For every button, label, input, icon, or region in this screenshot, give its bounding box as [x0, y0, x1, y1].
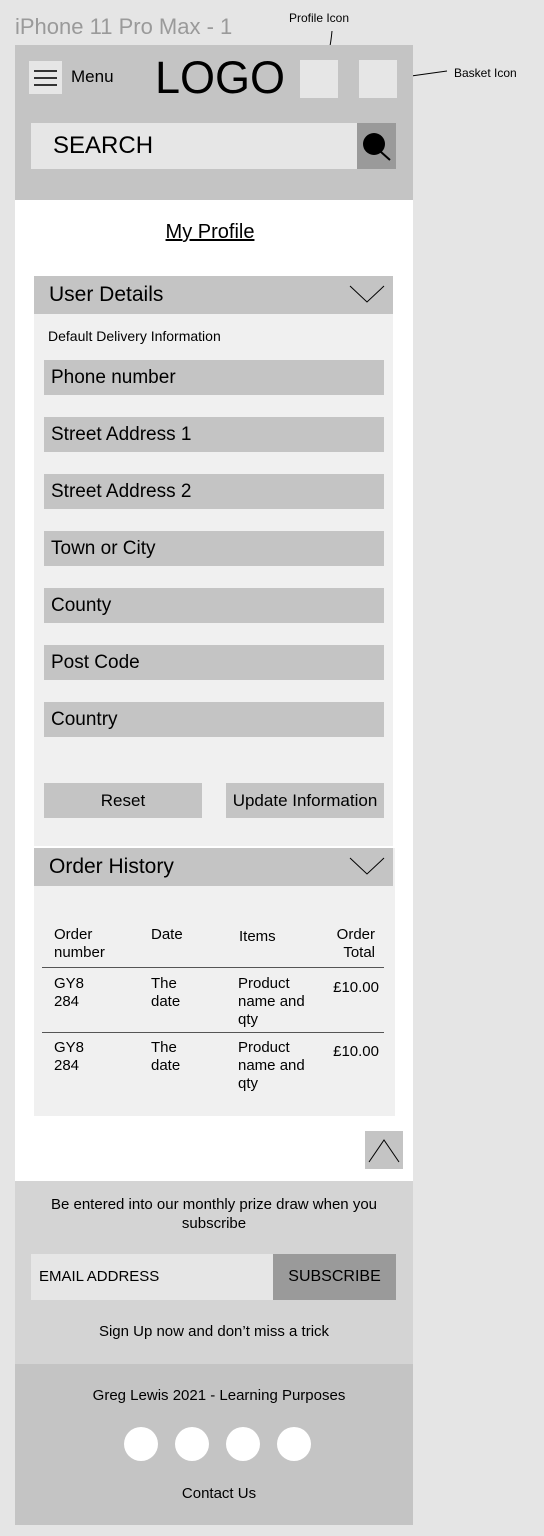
chevron-down-icon[interactable]	[349, 284, 385, 304]
post-code-field[interactable]: Post Code	[44, 645, 384, 680]
order-number-cell: GY8 284	[54, 975, 85, 1010]
user-details-header[interactable]: User Details	[34, 276, 393, 314]
items-cell: Product name and qty	[238, 975, 305, 1028]
search-icon	[363, 133, 391, 161]
table-divider	[42, 967, 384, 968]
hamburger-menu-button[interactable]	[29, 61, 62, 94]
profile-icon-annotation: Profile Icon	[289, 11, 350, 25]
email-input[interactable]: EMAIL ADDRESS	[31, 1254, 274, 1300]
back-to-top-button[interactable]	[365, 1131, 403, 1169]
date-cell: The date	[151, 1039, 181, 1074]
frame-label: iPhone 11 Pro Max - 1	[15, 14, 233, 39]
footer-credit: Greg Lewis 2021 - Learning Purposes	[92, 1387, 346, 1404]
social-icon-1[interactable]	[124, 1427, 158, 1461]
table-divider	[42, 1032, 384, 1033]
logo[interactable]: LOGO	[155, 52, 285, 104]
column-header-date: Date	[151, 926, 183, 943]
basket-icon[interactable]	[359, 60, 397, 98]
phone-number-field[interactable]: Phone number	[44, 360, 384, 395]
country-field[interactable]: Country	[44, 702, 384, 737]
date-cell: The date	[151, 975, 181, 1010]
basket-icon-annotation: Basket Icon	[454, 66, 517, 80]
social-icon-2[interactable]	[175, 1427, 209, 1461]
menu-label[interactable]: Menu	[71, 67, 114, 87]
contact-us-link[interactable]: Contact Us	[20, 1485, 418, 1502]
chevron-down-icon[interactable]	[349, 856, 385, 876]
update-information-button[interactable]: Update Information	[226, 783, 384, 818]
column-header-order-number: Order number	[54, 926, 105, 961]
search-button[interactable]	[357, 123, 396, 169]
order-total-cell: £10.00	[333, 1043, 379, 1060]
order-number-cell: GY8 284	[54, 1039, 85, 1074]
reset-button[interactable]: Reset	[44, 783, 202, 818]
street-address-1-field[interactable]: Street Address 1	[44, 417, 384, 452]
profile-icon[interactable]	[300, 60, 338, 98]
order-history-header[interactable]: Order History	[34, 848, 393, 886]
social-icon-4[interactable]	[277, 1427, 311, 1461]
order-history-title: Order History	[49, 855, 174, 878]
subscribe-button[interactable]: SUBSCRIBE	[273, 1254, 396, 1300]
column-header-order-total: Order Total	[336, 926, 375, 961]
signup-text: Sign Up now and don’t miss a trick	[98, 1323, 330, 1340]
social-icon-3[interactable]	[226, 1427, 260, 1461]
street-address-2-field[interactable]: Street Address 2	[44, 474, 384, 509]
order-total-cell: £10.00	[333, 979, 379, 996]
prize-draw-text: Be entered into our monthly prize draw w…	[50, 1196, 377, 1232]
town-city-field[interactable]: Town or City	[44, 531, 384, 566]
user-details-title: User Details	[49, 283, 164, 306]
column-header-items: Items	[239, 928, 276, 945]
search-input[interactable]: SEARCH	[31, 123, 357, 169]
county-field[interactable]: County	[44, 588, 384, 623]
items-cell: Product name and qty	[238, 1039, 305, 1092]
page-title: My Profile	[165, 221, 255, 243]
default-delivery-subtitle: Default Delivery Information	[48, 328, 221, 344]
chevron-up-icon	[368, 1139, 400, 1163]
